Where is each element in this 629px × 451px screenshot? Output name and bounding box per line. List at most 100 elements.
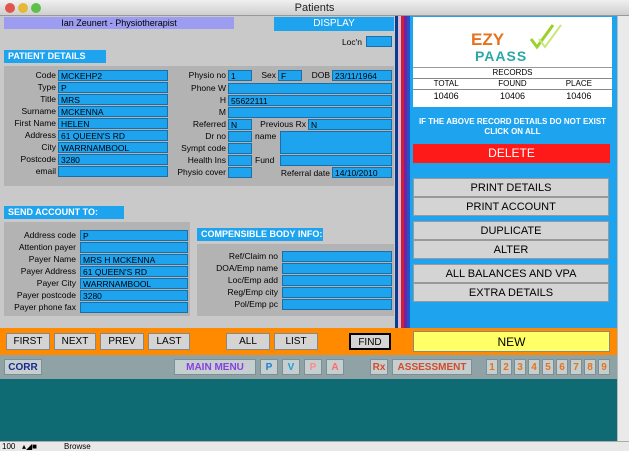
pol-emp-field[interactable] [282,299,392,310]
status-bar: 100 ▴◢■ Browse [0,441,629,451]
number-button-9[interactable]: 9 [598,359,610,375]
main-menu-button[interactable]: MAIN MENU [174,359,256,375]
payer-city-field[interactable]: WARRNAMBOOL [80,278,188,289]
p2-button[interactable]: P [304,359,322,375]
sympt-code-field[interactable] [228,143,252,154]
first-button[interactable]: FIRST [6,333,50,350]
new-button[interactable]: NEW [413,331,610,352]
email-field[interactable] [58,166,168,177]
reg-emp-field[interactable] [282,287,392,298]
v-button[interactable]: V [282,359,300,375]
first-name-field[interactable]: HELEN [58,118,168,129]
doa-emp-label: DOA/Emp name [216,263,278,273]
print-details-button[interactable]: PRINT DETAILS [413,178,609,197]
city-field[interactable]: WARRNAMBOOL [58,142,168,153]
records-place: 10406 [566,91,592,101]
records-col-place: PLACE [565,79,592,88]
number-button-2[interactable]: 2 [500,359,512,375]
doctor-name-field[interactable] [280,131,392,154]
records-total: 10406 [433,91,459,101]
print-account-button[interactable]: PRINT ACCOUNT [413,197,609,216]
zoom-level[interactable]: 100 [2,442,15,451]
doa-emp-field[interactable] [282,263,392,274]
location-label: Loc'n [341,37,362,47]
sex-field[interactable]: F [278,70,302,81]
previous-rx-label: Previous Rx [260,119,306,129]
attention-payer-field[interactable] [80,242,188,253]
p-button[interactable]: P [260,359,278,375]
reg-emp-label: Reg/Emp city [227,287,278,297]
loc-emp-field[interactable] [282,275,392,286]
referred-field[interactable]: N [228,119,252,130]
attention-payer-label: Attention payer [18,242,76,252]
number-button-5[interactable]: 5 [542,359,554,375]
payer-phone-fax-field[interactable] [80,302,188,313]
vertical-scrollbar[interactable] [617,16,629,441]
ref-claim-field[interactable] [282,251,392,262]
title-field[interactable]: MRS [58,94,168,105]
phone-h-field[interactable]: 55622111 [228,95,392,106]
window-title: Patients [294,2,335,14]
ezy-paass-logo: EZY PAASS [471,24,562,64]
payer-postcode-field[interactable]: 3280 [80,290,188,301]
logo-area: EZY PAASS [413,17,612,67]
previous-rx-field[interactable]: N [308,119,392,130]
code-field[interactable]: MCKEHP2 [58,70,168,81]
dr-no-field[interactable] [228,131,252,142]
alter-button[interactable]: ALTER [413,240,609,259]
number-button-1[interactable]: 1 [486,359,498,375]
fund-field[interactable] [280,155,392,166]
last-button[interactable]: LAST [148,333,190,350]
records-col-total: TOTAL [433,79,459,88]
number-button-8[interactable]: 8 [584,359,596,375]
all-button[interactable]: ALL [226,333,270,350]
records-found: 10406 [499,91,525,101]
number-button-3[interactable]: 3 [514,359,526,375]
referral-date-label: Referral date [280,168,330,178]
payer-address-label: Payer Address [20,266,76,276]
patient-details-heading: PATIENT DETAILS [4,50,106,63]
referred-label: Referred [192,119,226,129]
zoom-controls-icon[interactable]: ▴◢■ [22,442,37,451]
payer-postcode-label: Payer postcode [16,290,76,300]
address-field[interactable]: 61 QUEEN'S RD [58,130,168,141]
assessment-button[interactable]: ASSESSMENT [392,359,472,375]
payer-name-field[interactable]: MRS H MCKENNA [80,254,188,265]
phone-w-label: Phone W [191,83,226,93]
postcode-label: Postcode [20,154,56,164]
type-field[interactable]: P [58,82,168,93]
all-balances-button[interactable]: ALL BALANCES AND VPA [413,264,609,283]
prev-button[interactable]: PREV [100,333,144,350]
logo-text-top: EZY [471,30,505,49]
extra-details-button[interactable]: EXTRA DETAILS [413,283,609,302]
health-ins-field[interactable] [228,155,252,166]
rx-button[interactable]: Rx [370,359,388,375]
dob-field[interactable]: 23/11/1964 [332,70,392,81]
duplicate-button[interactable]: DUPLICATE [413,221,609,240]
a-button[interactable]: A [326,359,344,375]
payer-address-field[interactable]: 61 QUEEN'S RD [80,266,188,277]
display-button[interactable]: DISPLAY [274,17,394,31]
corr-button[interactable]: CORR [4,359,42,375]
payer-city-label: Payer City [36,278,76,288]
list-button[interactable]: LIST [274,333,318,350]
address-code-field[interactable]: P [80,230,188,241]
find-button[interactable]: FIND [349,333,391,350]
records-box: RECORDS TOTAL FOUND PLACE 10406 10406 10… [413,67,612,107]
location-field[interactable] [366,36,392,47]
physio-no-field[interactable]: 1 [228,70,252,81]
postcode-field[interactable]: 3280 [58,154,168,165]
city-label: City [41,142,56,152]
next-button[interactable]: NEXT [54,333,96,350]
number-button-6[interactable]: 6 [556,359,568,375]
surname-field[interactable]: MCKENNA [58,106,168,117]
phone-h-label: H [219,95,226,105]
number-button-7[interactable]: 7 [570,359,582,375]
phone-m-field[interactable] [228,107,392,118]
referral-date-field[interactable]: 14/10/2010 [332,167,392,178]
delete-button[interactable]: DELETE [413,144,610,163]
physio-cover-field[interactable] [228,167,252,178]
number-button-4[interactable]: 4 [528,359,540,375]
physio-no-label: Physio no [188,70,226,80]
phone-w-field[interactable] [228,83,392,94]
